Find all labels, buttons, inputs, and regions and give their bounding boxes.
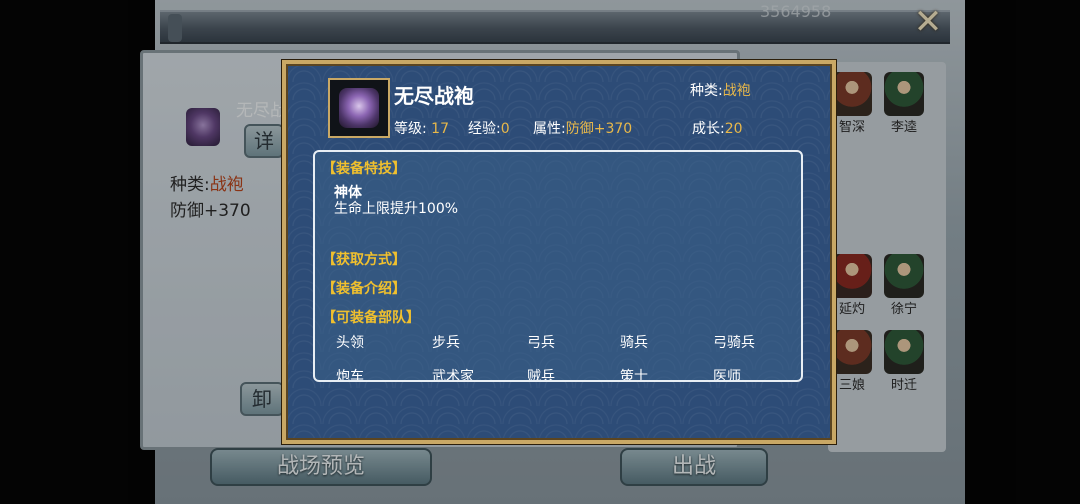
troop-type: 贼兵 bbox=[527, 369, 555, 380]
exp-label: 经验: bbox=[468, 121, 501, 137]
item-type-value: 战袍 bbox=[722, 83, 751, 99]
troops-row-clip: 炮车 武术家 贼兵 策士 医师 bbox=[315, 364, 801, 380]
item-icon-frame bbox=[328, 78, 390, 138]
troop-type: 策士 bbox=[620, 369, 648, 380]
source-section-title: 【获取方式】 bbox=[322, 252, 406, 268]
robe-item-icon bbox=[339, 88, 379, 128]
exp-value: 0 bbox=[500, 121, 510, 137]
item-attribute: 属性:防御+370 bbox=[533, 118, 632, 138]
skill-description: 生命上限提升100% bbox=[334, 201, 459, 217]
attribute-label: 属性: bbox=[533, 121, 566, 137]
troop-type: 医师 bbox=[713, 369, 741, 380]
intro-section-title: 【装备介绍】 bbox=[322, 281, 406, 297]
growth-label: 成长: bbox=[692, 121, 725, 137]
troop-type: 骑兵 bbox=[620, 335, 648, 351]
troops-section-title: 【可装备部队】 bbox=[322, 310, 420, 326]
item-level: 等级: 17 bbox=[394, 118, 449, 138]
troop-type: 步兵 bbox=[432, 335, 460, 351]
troop-type: 炮车 bbox=[336, 369, 364, 380]
troop-type: 弓兵 bbox=[527, 335, 555, 351]
item-growth: 成长:20 bbox=[692, 118, 743, 138]
item-type-label: 种类: bbox=[690, 83, 723, 99]
level-label: 等级: bbox=[394, 121, 427, 137]
item-type: 种类:战袍 bbox=[690, 80, 751, 100]
troop-type: 头领 bbox=[336, 335, 364, 351]
level-value: 17 bbox=[431, 121, 449, 137]
item-exp: 经验:0 bbox=[468, 118, 510, 138]
skill-section-title: 【装备特技】 bbox=[322, 161, 406, 177]
item-name: 无尽战袍 bbox=[394, 84, 474, 108]
troop-type: 弓骑兵 bbox=[713, 335, 755, 351]
attribute-value: 防御+370 bbox=[565, 121, 633, 137]
growth-value: 20 bbox=[724, 121, 743, 137]
troop-type: 武术家 bbox=[432, 369, 474, 380]
